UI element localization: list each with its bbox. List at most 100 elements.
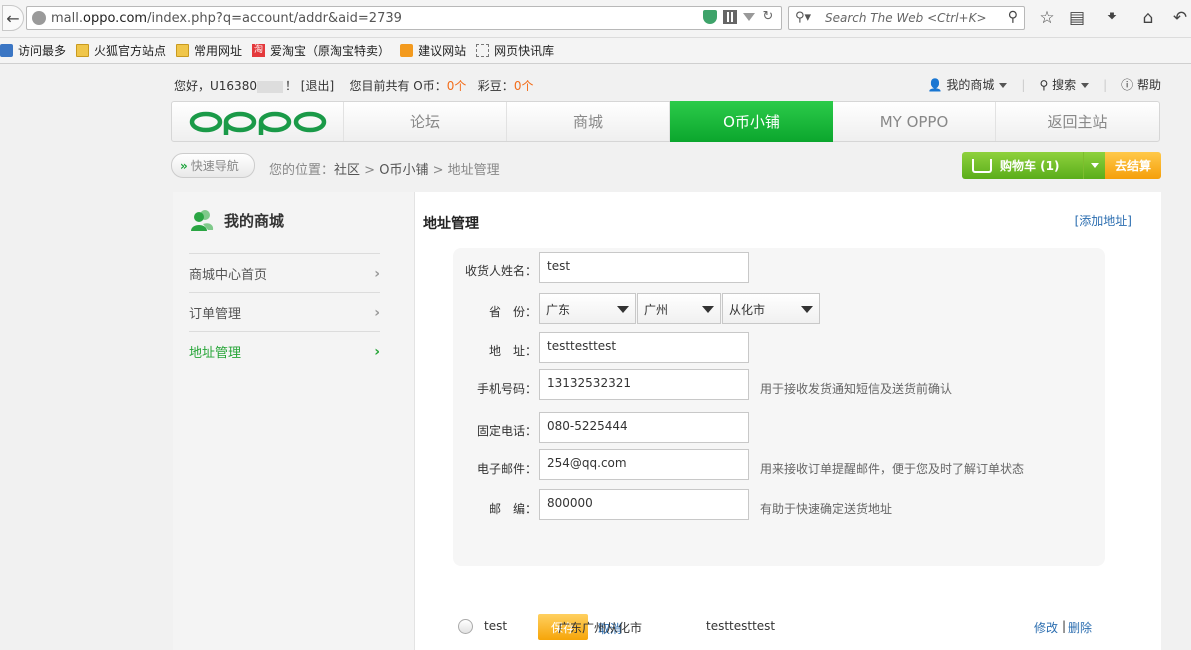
user-icon: 👤: [927, 78, 943, 92]
sidebar-item-orders[interactable]: 订单管理 ›: [189, 292, 380, 331]
sidebar: 我的商城 商城中心首页 › 订单管理 › 地址管理 ›: [173, 192, 415, 650]
oppo-logo[interactable]: [172, 102, 344, 141]
folder-icon: [176, 44, 190, 57]
chevron-right-icon: ›: [374, 266, 380, 282]
mobile-label: 手机号码：: [476, 382, 537, 396]
dropdown-arrow-icon[interactable]: [743, 13, 755, 21]
delete-address-link[interactable]: 删除: [1068, 619, 1092, 636]
web-search-input[interactable]: ⚲▾ Search The Web <Ctrl+K> ⚲: [788, 6, 1025, 30]
bookmark-suggested[interactable]: 建议网站: [400, 42, 466, 59]
breadcrumb-shop[interactable]: O币小铺: [379, 163, 428, 178]
back-arrow-icon[interactable]: ←: [2, 5, 24, 31]
top-right-links: 👤 我的商城 | ⚲ 搜索 | ⓘ 帮助: [927, 76, 1161, 93]
chevron-right-icon: ›: [374, 305, 380, 321]
dropdown-arrow-icon: [702, 306, 714, 313]
cart-icon: [972, 158, 992, 173]
page: 您好，U16380！ [退出] 您目前共有 O币：0个 彩豆：0个 👤 我的商城…: [0, 65, 1191, 650]
reading-list-icon[interactable]: ▤: [1067, 8, 1087, 28]
taobao-icon: 淘: [252, 44, 266, 57]
folder-icon: [76, 44, 90, 57]
zip-label: 邮 编：: [488, 502, 537, 516]
address-row-address: testtesttest: [706, 619, 776, 633]
province-select[interactable]: 广东: [539, 293, 636, 324]
cart-button[interactable]: 购物车 (1): [962, 152, 1105, 179]
chevron-down-icon: [999, 83, 1008, 88]
my-mall-menu[interactable]: 👤 我的商城: [928, 76, 1008, 93]
email-input[interactable]: 254@qq.com: [539, 449, 749, 480]
web-slice-icon: [476, 44, 490, 57]
name-input[interactable]: test: [539, 252, 749, 283]
cart-dropdown[interactable]: [1083, 152, 1105, 179]
breadcrumb: 您的位置：社区 > O币小铺 > 地址管理: [269, 163, 500, 178]
address-bar[interactable]: mall. oppo.com/index.php?q=account/addr&a…: [26, 6, 782, 30]
undo-icon[interactable]: ↶: [1170, 8, 1190, 28]
logout-link[interactable]: [退出]: [301, 79, 334, 93]
address-row-region: 广东广州从化市: [558, 621, 643, 635]
zip-hint: 有助于快速确定送货地址: [760, 502, 893, 516]
address-list-row: test 广东广州从化市 testtesttest 修改 | 删除: [458, 616, 1138, 638]
bookmark-firefox-official[interactable]: 火狐官方站点: [76, 42, 166, 59]
checkout-button[interactable]: 去结算: [1105, 152, 1161, 179]
city-select[interactable]: 广州: [637, 293, 721, 324]
edit-address-link[interactable]: 修改: [1034, 619, 1058, 636]
download-icon[interactable]: 🠻: [1102, 7, 1122, 28]
sidebar-title: 我的商城: [190, 208, 284, 232]
greeting-text: 您好，U16380: [174, 79, 257, 93]
bookmark-common-sites[interactable]: 常用网址: [176, 42, 242, 59]
caidou-value: 0个: [513, 79, 534, 93]
user-info: 您好，U16380！ [退出] 您目前共有 O币：0个 彩豆：0个: [174, 79, 534, 93]
url-domain: oppo.com: [83, 10, 148, 26]
shield-icon[interactable]: [703, 10, 717, 24]
caidou-label: 彩豆：: [477, 79, 514, 93]
home-icon[interactable]: ⌂: [1138, 8, 1158, 28]
phone-input[interactable]: 080-5225444: [539, 412, 749, 443]
tab-ocoin-shop[interactable]: O币小铺: [670, 101, 833, 142]
help-icon: ⓘ: [1121, 78, 1134, 92]
search-go-icon[interactable]: ⚲: [1008, 9, 1018, 25]
chevron-down-icon: [1090, 163, 1099, 168]
suggested-sites-icon: [400, 44, 414, 57]
search-icon: ⚲: [1039, 78, 1049, 92]
sidebar-item-mall-home[interactable]: 商城中心首页 ›: [189, 253, 380, 292]
address-label: 地 址：: [488, 344, 537, 358]
add-address-link[interactable]: [添加地址]: [1075, 212, 1132, 229]
address-form: 收货人姓名： test 省 份： 广东 广州 从化市 地 址： testtest…: [453, 248, 1105, 566]
main-area: 地址管理 [添加地址] 收货人姓名： test 省 份： 广东 广州 从化市 地…: [415, 192, 1161, 650]
tab-forum[interactable]: 论坛: [344, 102, 507, 141]
ocoin-value: 0个: [446, 79, 467, 93]
bookmarks-bar: 访问最多 火狐官方站点 常用网址 淘爱淘宝（原淘宝特卖） 建议网站 网页快讯库: [0, 38, 1191, 64]
address-input[interactable]: testtesttest: [539, 332, 749, 363]
address-row-name: test: [484, 619, 508, 633]
tab-back-home[interactable]: 返回主站: [996, 102, 1159, 141]
bookmark-most-visited[interactable]: 访问最多: [0, 42, 66, 59]
tab-mall[interactable]: 商城: [507, 102, 670, 141]
sidebar-item-addresses[interactable]: 地址管理 ›: [189, 331, 380, 370]
zip-input[interactable]: 800000: [539, 489, 749, 520]
url-prefix: mall.: [51, 10, 83, 26]
breadcrumb-community[interactable]: 社区: [334, 163, 360, 178]
bookmark-star-icon[interactable]: ☆: [1037, 8, 1057, 28]
mobile-input[interactable]: 13132532321: [539, 369, 749, 400]
globe-icon: [32, 11, 46, 25]
tab-my-oppo[interactable]: MY OPPO: [833, 102, 996, 141]
action-separator: |: [1062, 619, 1067, 633]
masked-username: [256, 80, 283, 93]
address-radio[interactable]: [458, 619, 473, 634]
dropdown-arrow-icon: [801, 306, 813, 313]
search-menu[interactable]: ⚲ 搜索: [1039, 76, 1090, 93]
ocoin-label: 您目前共有 O币：: [349, 79, 447, 93]
bookmark-aitaobao[interactable]: 淘爱淘宝（原淘宝特卖）: [252, 42, 390, 59]
reload-icon[interactable]: ↻: [761, 10, 775, 24]
help-link[interactable]: ⓘ 帮助: [1121, 76, 1161, 93]
bookmark-web-slices[interactable]: 网页快讯库: [476, 42, 554, 59]
email-label: 电子邮件：: [476, 462, 537, 476]
mobile-hint: 用于接收发货通知短信及送货前确认: [760, 382, 953, 396]
district-select[interactable]: 从化市: [722, 293, 820, 324]
email-hint: 用来接收订单提醒邮件，便于您及时了解订单状态: [760, 462, 1025, 476]
quick-nav-button[interactable]: » 快速导航: [171, 153, 255, 178]
search-placeholder: Search The Web <Ctrl+K>: [825, 11, 987, 25]
search-engine-icon[interactable]: ⚲▾: [795, 10, 811, 25]
dropdown-arrow-icon: [617, 306, 629, 313]
main-nav: 论坛 商城 O币小铺 MY OPPO 返回主站: [171, 101, 1160, 142]
qr-code-icon[interactable]: [723, 10, 737, 24]
